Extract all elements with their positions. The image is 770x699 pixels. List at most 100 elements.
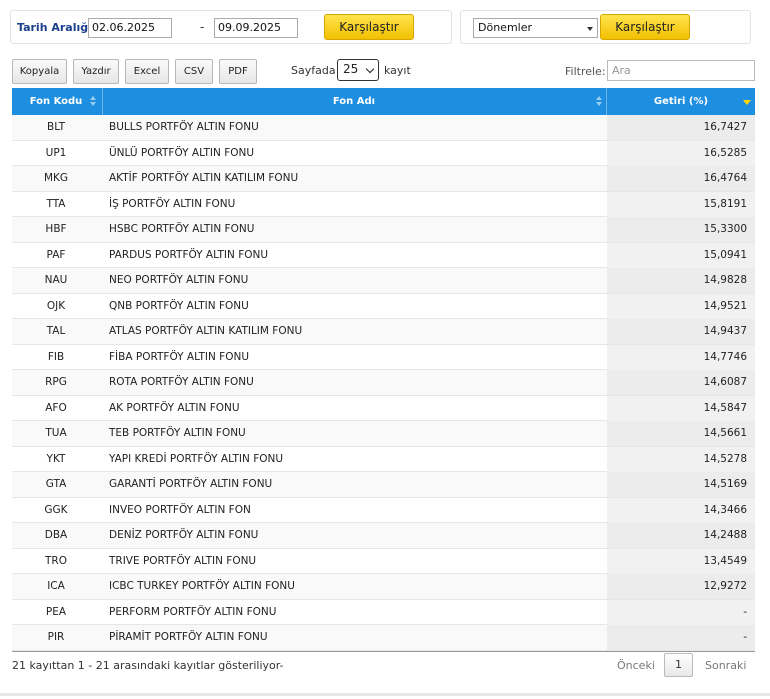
column-header-name[interactable]: Fon Adı [104,88,604,115]
sort-icon[interactable] [596,96,603,108]
fund-code-cell: PAF [46,248,66,261]
fund-code-cell: MKG [43,172,69,184]
fund-return-cell: 16,7427 [607,115,755,140]
fund-return-cell: 14,9437 [607,319,755,344]
fund-name-cell: FİBA PORTFÖY ALTIN FONU [109,350,250,363]
fund-name-cell: ICBC TURKEY PORTFÖY ALTIN FONU [109,580,295,592]
pagination-next[interactable]: Sonraki [705,659,746,672]
column-header-code[interactable]: Fon Kodu [12,88,100,115]
fund-code-cell: OJK [46,299,66,312]
table-row: GTA GARANTİ PORTFÖY ALTIN FONU 14,5169 [12,472,755,498]
table-row: OJK QNB PORTFÖY ALTIN FONU 14,9521 [12,293,755,319]
fund-code-cell: PIR [47,631,65,643]
end-date-input[interactable]: 09.09.2025 [214,18,298,38]
fund-name-cell: DENİZ PORTFÖY ALTIN FONU [109,529,259,541]
copy-button[interactable]: Kopyala [12,59,67,84]
fund-return-cell: 14,5847 [607,395,755,421]
fund-return-cell: 16,4764 [607,166,755,191]
table-row: PEA PERFORM PORTFÖY ALTIN FONU - [12,599,755,625]
periods-select[interactable]: Dönemler [473,18,598,38]
table-row: TTA İŞ PORTFÖY ALTIN FONU 15,8191 [12,191,755,217]
fund-return-cell: 15,8191 [607,191,755,217]
periods-select-value: Dönemler [478,21,533,34]
fund-return-cell: 14,5169 [607,472,755,497]
table-row: TRO TRIVE PORTFÖY ALTIN FONU 13,4549 [12,548,755,574]
fund-code-cell: HBF [45,223,67,235]
fund-name-cell: ROTA PORTFÖY ALTIN FONU [109,376,254,388]
fund-return-cell: 13,4549 [607,548,755,574]
column-header-return[interactable]: Getiri (%) [607,88,755,115]
fund-code-cell: TRO [45,554,67,567]
fund-name-cell: INVEO PORTFÖY ALTIN FON [109,503,251,516]
excel-button[interactable]: Excel [125,59,169,84]
table-row: BLT BULLS PORTFÖY ALTIN FONU 16,7427 [12,115,755,141]
fund-name-cell: HSBC PORTFÖY ALTIN FONU [109,223,255,235]
fund-return-cell: 14,3466 [607,497,755,523]
date-separator: - [200,20,205,34]
table-row: RPG ROTA PORTFÖY ALTIN FONU 14,6087 [12,370,755,396]
fund-return-cell: 16,5285 [607,140,755,166]
sort-descending-icon[interactable] [743,100,751,105]
fund-name-cell: YAPI KREDİ PORTFÖY ALTIN FONU [109,452,284,465]
page-size-select[interactable]: 25 [337,59,379,81]
table-header: Fon Kodu Fon Adı Getiri (%) [12,88,755,115]
table-row: PIR PİRAMİT PORTFÖY ALTIN FONU - [12,625,755,651]
fund-name-cell: PERFORM PORTFÖY ALTIN FONU [109,605,277,618]
sort-icon[interactable] [90,96,97,108]
pagination-previous[interactable]: Önceki [617,659,655,672]
fund-name-cell: PİRAMİT PORTFÖY ALTIN FONU [109,631,268,643]
fund-return-cell: 14,5278 [607,446,755,472]
page-size-label: Sayfada [291,64,336,77]
fund-name-cell: İŞ PORTFÖY ALTIN FONU [109,197,236,210]
fund-code-cell: FIB [47,350,65,363]
fund-code-cell: TTA [46,197,66,210]
table-row: TAL ATLAS PORTFÖY ALTIN KATILIM FONU 14,94… [12,319,755,345]
compare-date-range-button[interactable]: Karşılaştır [324,14,414,40]
table-info-text: 21 kayıttan 1 - 21 arasındaki kayıtlar g… [12,659,284,672]
fund-return-cell: 14,5661 [607,421,755,446]
fund-return-cell: 15,0941 [607,242,755,268]
fund-return-cell: - [607,599,755,625]
fund-code-cell: YKT [46,452,66,465]
table-row: HBF HSBC PORTFÖY ALTIN FONU 15,3300 [12,217,755,243]
table-row: GGK INVEO PORTFÖY ALTIN FON 14,3466 [12,497,755,523]
fund-name-cell: TRIVE PORTFÖY ALTIN FONU [109,554,257,567]
print-button[interactable]: Yazdır [73,59,119,84]
dropdown-caret-icon [587,27,593,31]
fund-return-cell: 14,7746 [607,344,755,370]
filter-input[interactable]: Ara [607,60,755,81]
fund-name-cell: QNB PORTFÖY ALTIN FONU [109,299,249,312]
fund-code-cell: TAL [46,325,66,337]
fund-name-cell: AKTİF PORTFÖY ALTIN KATILIM FONU [109,172,299,184]
fund-code-cell: ICA [47,580,65,592]
table-row: PAF PARDUS PORTFÖY ALTIN FONU 15,0941 [12,242,755,268]
start-date-input[interactable]: 02.06.2025 [88,18,172,38]
fund-name-cell: NEO PORTFÖY ALTIN FONU [109,274,249,286]
fund-code-cell: BLT [46,121,66,133]
fund-name-cell: AK PORTFÖY ALTIN FONU [109,401,240,414]
fund-code-cell: NAU [44,274,68,286]
fund-return-cell: - [607,625,755,650]
fund-name-cell: PARDUS PORTFÖY ALTIN FONU [109,248,269,261]
periods-panel: Dönemler Karşılaştır [460,10,751,44]
table-row: UP1 ÜNLÜ PORTFÖY ALTIN FONU 16,5285 [12,140,755,166]
csv-button[interactable]: CSV [175,59,213,84]
fund-code-cell: AFO [45,401,67,414]
table-row: MKG AKTİF PORTFÖY ALTIN KATILIM FONU 16,47… [12,166,755,192]
fund-code-cell: GGK [44,503,68,516]
table-row: ICA ICBC TURKEY PORTFÖY ALTIN FONU 12,9272 [12,574,755,600]
compare-periods-button[interactable]: Karşılaştır [600,14,690,40]
pdf-button[interactable]: PDF [219,59,257,84]
table-row: DBA DENİZ PORTFÖY ALTIN FONU 14,2488 [12,523,755,549]
pagination-current-page[interactable]: 1 [664,653,693,677]
fund-code-cell: PEA [45,605,67,618]
records-label: kayıt [384,64,411,77]
fund-code-cell: RPG [45,376,67,388]
fund-name-cell: BULLS PORTFÖY ALTIN FONU [109,121,259,133]
chevron-down-icon [365,64,375,74]
page-bottom-border [0,693,770,696]
fund-returns-table: Fon Kodu Fon Adı Getiri (%) BLT BULLS POR… [12,88,755,652]
fund-code-cell: UP1 [45,146,67,159]
table-row: FIB FİBA PORTFÖY ALTIN FONU 14,7746 [12,344,755,370]
fund-code-cell: TUA [45,427,67,439]
